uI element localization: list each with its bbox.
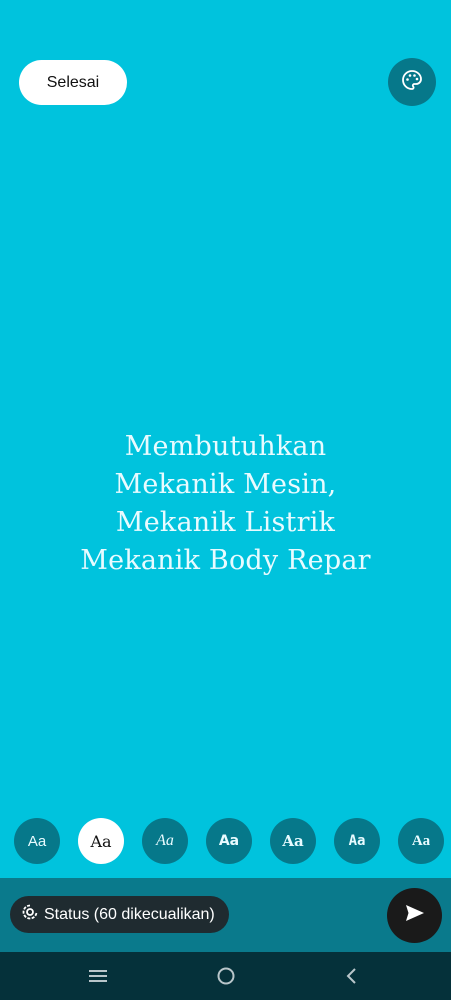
status-text[interactable]: Membutuhkan Mekanik Mesin, Mekanik Listr… — [0, 428, 451, 580]
font-option-italic[interactable]: Aa — [142, 818, 188, 864]
system-navigation-bar — [0, 952, 451, 1000]
font-option-slab[interactable]: Aa — [398, 818, 444, 864]
font-option-bold-sans[interactable]: Aa — [206, 818, 252, 864]
font-option-serif[interactable]: Aa — [78, 818, 124, 864]
bottom-bar: Status (60 dikecualikan) — [0, 878, 451, 952]
status-ring-icon — [22, 904, 38, 925]
send-icon — [403, 901, 427, 930]
font-option-sans[interactable]: Aa — [14, 818, 60, 864]
status-line: Mekanik Body Repar — [80, 545, 371, 576]
home-icon[interactable] — [214, 964, 238, 988]
status-audience-button[interactable]: Status (60 dikecualikan) — [10, 896, 229, 933]
status-line: Mekanik Mesin, — [114, 469, 337, 500]
font-option-bold-serif[interactable]: Aa — [270, 818, 316, 864]
recents-icon[interactable] — [86, 964, 110, 988]
status-audience-label: Status (60 dikecualikan) — [44, 905, 215, 923]
font-selector: Aa Aa Aa Aa Aa Aa Aa — [0, 818, 451, 864]
status-composer-screen: Selesai Membutuhkan Mekanik Mesin, Mekan… — [0, 0, 451, 1000]
palette-icon — [400, 68, 424, 97]
status-line: Mekanik Listrik — [115, 507, 336, 538]
palette-button[interactable] — [388, 58, 436, 106]
done-button[interactable]: Selesai — [19, 60, 127, 105]
font-option-mono[interactable]: Aa — [334, 818, 380, 864]
back-icon[interactable] — [340, 964, 364, 988]
send-button[interactable] — [387, 888, 442, 943]
status-line: Membutuhkan — [124, 431, 327, 462]
